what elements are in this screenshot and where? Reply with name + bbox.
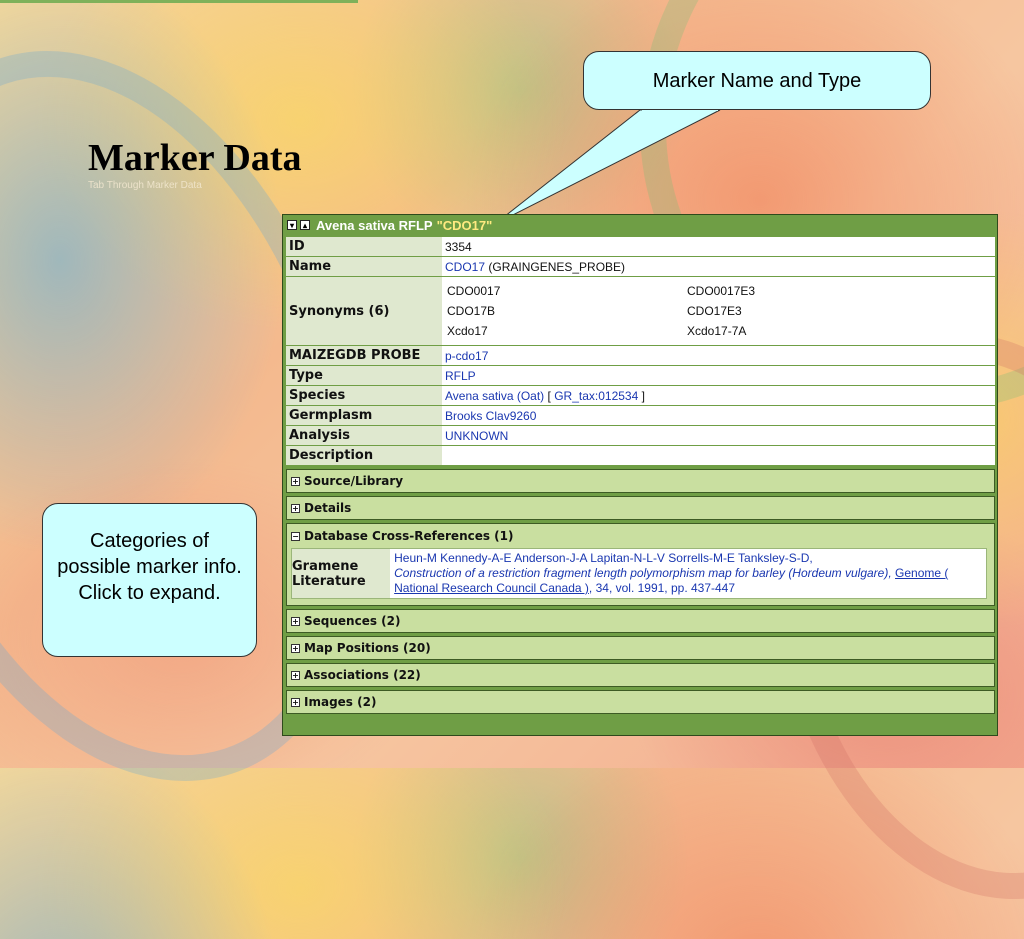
germplasm-link[interactable]: Brooks Clav9260: [445, 409, 536, 423]
table-row: Analysis UNKNOWN: [286, 426, 995, 445]
maizegdb-link[interactable]: p-cdo17: [445, 349, 488, 363]
citation-title: Construction of a restriction fragment l…: [394, 566, 892, 580]
section-label: Sequences (2): [304, 614, 401, 628]
field-value: CDO17 (GRAINGENES_PROBE): [442, 257, 995, 276]
field-label: Synonyms (6): [286, 277, 442, 345]
synonym: CDO17B: [447, 304, 496, 318]
name-suffix: (GRAINGENES_PROBE): [488, 259, 626, 274]
xref-citation[interactable]: Heun-M Kennedy-A-E Anderson-J-A Lapitan-…: [390, 549, 986, 598]
taxonomy-link[interactable]: GR_tax:012534: [554, 389, 638, 403]
expand-icon[interactable]: +: [291, 670, 300, 680]
table-row: Description: [286, 446, 995, 465]
xref-label: Gramene Literature: [292, 549, 391, 598]
synonym: Xcdo17: [447, 324, 488, 338]
field-label: Germplasm: [286, 406, 442, 425]
description-value: [442, 446, 995, 465]
field-label: Description: [286, 446, 442, 465]
type-link[interactable]: RFLP: [445, 369, 476, 383]
collapse-icon[interactable]: −: [291, 531, 300, 541]
callout-marker-name: Marker Name and Type: [583, 51, 931, 110]
bracket: [: [547, 388, 551, 403]
section-images[interactable]: + Images (2): [286, 690, 995, 714]
synonyms-value: CDO0017 CDO0017E3 CDO17B CDO17E3 Xcdo17 …: [442, 277, 995, 345]
field-label: Name: [286, 257, 442, 276]
synonym: CDO17E3: [687, 304, 742, 318]
field-label: ID: [286, 237, 442, 256]
table-row: ID 3354: [286, 237, 995, 256]
table-row: MAIZEGDB PROBE p-cdo17: [286, 346, 995, 365]
section-label: Source/Library: [304, 474, 404, 488]
callout-categories: Categories of possible marker info. Clic…: [42, 503, 257, 657]
field-value: 3354: [442, 237, 995, 256]
citation-details: , 34, vol. 1991, pp. 437-447: [588, 581, 736, 595]
synonym: CDO0017E3: [687, 284, 756, 298]
header-marker-name: "CDO17": [436, 217, 493, 233]
section-sequences[interactable]: + Sequences (2): [286, 609, 995, 633]
marker-details-table: ID 3354 Name CDO17 (GRAINGENES_PROBE) Sy…: [286, 236, 995, 466]
table-row: Synonyms (6) CDO0017 CDO0017E3 CDO17B CD…: [286, 277, 995, 345]
expand-icon[interactable]: +: [291, 503, 300, 513]
table-row: Species Avena sativa (Oat) [ GR_tax:0125…: [286, 386, 995, 405]
close-icon[interactable]: ▴: [300, 220, 310, 230]
xref-row: Gramene Literature Heun-M Kennedy-A-E An…: [291, 548, 987, 599]
table-row: Type RFLP: [286, 366, 995, 385]
expand-icon[interactable]: +: [291, 697, 300, 707]
field-label: Analysis: [286, 426, 442, 445]
section-label: Database Cross-References (1): [304, 529, 514, 543]
citation-authors: Heun-M Kennedy-A-E Anderson-J-A Lapitan-…: [394, 551, 813, 565]
header-species: Avena sativa RFLP: [316, 217, 433, 233]
synonym: Xcdo17-7A: [687, 324, 747, 338]
section-map-positions[interactable]: + Map Positions (20): [286, 636, 995, 660]
synonyms-grid: CDO0017 CDO0017E3 CDO17B CDO17E3 Xcdo17 …: [445, 280, 992, 342]
section-label: Associations (22): [304, 668, 421, 682]
species-link[interactable]: Avena sativa (Oat): [445, 389, 544, 403]
expand-icon[interactable]: +: [291, 476, 300, 486]
expand-icon[interactable]: +: [291, 616, 300, 626]
section-header[interactable]: − Database Cross-References (1): [291, 528, 990, 544]
expand-icon[interactable]: +: [291, 643, 300, 653]
section-source-library[interactable]: + Source/Library: [286, 469, 995, 493]
bracket: ]: [641, 388, 645, 403]
section-database-cross-references: − Database Cross-References (1) Gramene …: [286, 523, 995, 606]
table-row: Germplasm Brooks Clav9260: [286, 406, 995, 425]
section-label: Details: [304, 501, 352, 515]
section-label: Images (2): [304, 695, 377, 709]
section-associations[interactable]: + Associations (22): [286, 663, 995, 687]
table-row: Name CDO17 (GRAINGENES_PROBE): [286, 257, 995, 276]
field-label: MAIZEGDB PROBE: [286, 346, 442, 365]
field-label: Type: [286, 366, 442, 385]
panel-header: ▾ ▴ Avena sativa RFLP "CDO17": [283, 215, 997, 235]
section-label: Map Positions (20): [304, 641, 431, 655]
analysis-link[interactable]: UNKNOWN: [445, 429, 508, 443]
section-details[interactable]: + Details: [286, 496, 995, 520]
field-label: Species: [286, 386, 442, 405]
marker-panel: ▾ ▴ Avena sativa RFLP "CDO17" ID 3354 Na…: [282, 214, 998, 736]
name-link[interactable]: CDO17: [445, 260, 485, 274]
synonym: CDO0017: [447, 284, 501, 298]
collapse-icon[interactable]: ▾: [287, 220, 297, 230]
